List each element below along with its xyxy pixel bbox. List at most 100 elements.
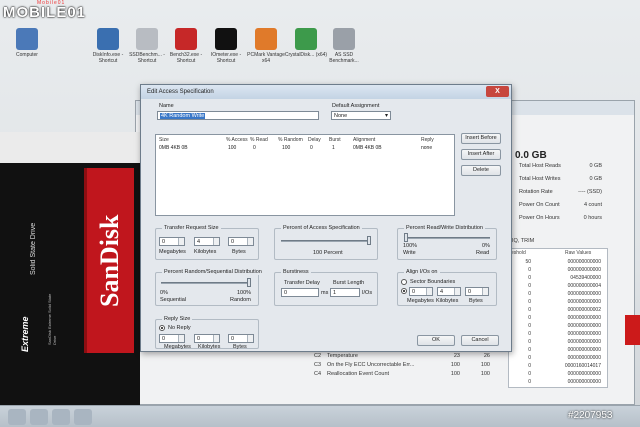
watermark-sub: Mobile01 [37, 0, 66, 6]
reply-size-title: Reply Size [162, 316, 193, 322]
ms-label: ms [321, 290, 329, 296]
ok-button[interactable]: OK [417, 335, 455, 346]
watermark: Mobile01 MOBILE01 [0, 0, 130, 22]
attr-current: 23 [453, 353, 460, 359]
attr-worst: 26 [483, 353, 490, 359]
attr-name: Temperature [327, 353, 358, 359]
rw-left-pct: 100% [403, 243, 418, 249]
percent-access-slider[interactable] [281, 240, 371, 242]
no-reply-radio[interactable] [159, 325, 165, 331]
name-input[interactable]: 4K Random Write [157, 111, 319, 120]
column-header[interactable]: Delay [308, 137, 321, 143]
trs-bytes-spinner[interactable]: 0 [228, 237, 254, 246]
read-write-slider[interactable] [404, 237, 490, 239]
spec-cell: 0MB 4KB 0B [159, 145, 188, 151]
rw-left-sub: Write [403, 250, 416, 256]
desktop-icon[interactable]: Computer [4, 28, 50, 58]
insert-after-button[interactable]: Insert After [461, 149, 501, 160]
raw-value-cell: 000000000000 [567, 339, 601, 345]
attr-current: 100 [450, 362, 460, 368]
stat-label: Total Host Reads [519, 163, 561, 169]
default-assignment-label: Default Assignment [332, 103, 380, 109]
reply-bytes-label: Bytes [233, 344, 247, 350]
taskbar-app-icon[interactable] [74, 409, 92, 425]
trs-kilobytes-spinner[interactable]: 4 [194, 237, 220, 246]
ssd-line-text: Solid State Drive [30, 222, 37, 275]
ssd-product-text: Extreme [20, 316, 30, 352]
burst-length-label: Burst Length [333, 280, 365, 286]
trs-megabytes-spinner[interactable]: 0 [159, 237, 185, 246]
percent-access-thumb[interactable] [367, 236, 371, 245]
column-header[interactable]: % Random [278, 137, 303, 143]
column-header[interactable]: Size [159, 137, 169, 143]
reply-megabytes-spinner[interactable]: 0 [159, 334, 185, 343]
name-label: Name [159, 103, 174, 109]
raw-value-cell: 000000000000 [567, 259, 601, 265]
close-button[interactable]: X [486, 86, 509, 97]
shortcut-icon [255, 28, 277, 50]
dialog-title: Edit Access Specification [141, 85, 511, 99]
trs-megabytes-label: Megabytes [159, 249, 186, 255]
column-header[interactable]: Burst [329, 137, 341, 143]
stat-label: Power On Hours [519, 215, 560, 221]
cancel-button[interactable]: Cancel [461, 335, 499, 346]
rs-right-sub: Random [230, 297, 251, 303]
read-write-title: Percent Read/Write Distribution [404, 225, 485, 231]
raw-value-cell: 000000000000 [567, 371, 601, 377]
stat-value: ---- (SSD) [578, 189, 602, 195]
threshold-cell: 0 [528, 299, 531, 305]
rs-left-sub: Sequential [160, 297, 186, 303]
default-assignment-select[interactable]: None [331, 111, 391, 120]
raw-value-cell: 000000000000 [567, 331, 601, 337]
desktop-icon[interactable]: AS SSD Benchmark... [321, 28, 367, 64]
insert-before-button[interactable]: Insert Before [461, 133, 501, 144]
reply-bytes-spinner[interactable]: 0 [228, 334, 254, 343]
random-seq-slider[interactable] [161, 282, 251, 284]
smart-raw-table: eshold Raw Values 50 000000000000 0 000000000… [508, 248, 608, 388]
threshold-cell: 0 [528, 347, 531, 353]
threshold-cell: 0 [528, 379, 531, 385]
taskbar [0, 405, 640, 427]
align-bytes-spinner[interactable]: 0 [465, 287, 489, 296]
ssd-box-top [0, 132, 140, 164]
threshold-cell: 0 [528, 339, 531, 345]
taskbar-app-icon[interactable] [30, 409, 48, 425]
random-seq-thumb[interactable] [247, 278, 251, 287]
taskbar-app-icon[interactable] [8, 409, 26, 425]
align-kilobytes-spinner[interactable]: 4 [437, 287, 461, 296]
sector-boundaries-radio[interactable] [401, 279, 407, 285]
threshold-cell: 0 [528, 331, 531, 337]
column-header[interactable]: % Access [226, 137, 248, 143]
access-spec-list[interactable]: Size % Access% Read % Random Delay Burst Alig… [155, 134, 455, 216]
align-megabytes-spinner[interactable]: 0 [409, 287, 433, 296]
reply-kilobytes-spinner[interactable]: 0 [194, 334, 220, 343]
desktop-icon-label: AS SSD Benchmark... [329, 52, 359, 64]
attr-name: Reallocation Event Count [327, 371, 390, 377]
shortcut-icon [295, 28, 317, 50]
align-kilobytes-label: Kilobytes [436, 298, 459, 304]
shortcut-icon [175, 28, 197, 50]
watermark-brand: MOBILE01 [3, 4, 87, 21]
column-header[interactable]: Alignment [353, 137, 375, 143]
raw-value-cell: 000000000000 [567, 291, 601, 297]
stat-value: 4 count [583, 202, 602, 208]
burst-length-input[interactable]: 1 [330, 288, 360, 297]
column-header[interactable]: Reply [421, 137, 434, 143]
attr-id: C3 [314, 362, 322, 368]
sector-boundaries-label: Sector Boundaries [410, 279, 456, 285]
rw-right-pct: 0% [482, 243, 490, 249]
raw-value-cell: 000000000004 [567, 283, 601, 289]
transfer-delay-input[interactable]: 0 [281, 288, 319, 297]
delete-button[interactable]: Delete [461, 165, 501, 176]
column-header[interactable]: % Read [250, 137, 268, 143]
no-reply-label: No Reply [168, 325, 191, 331]
spec-cell: 100 [228, 145, 237, 151]
stat-label: Total Host Writes [519, 176, 561, 182]
taskbar-app-icon[interactable] [52, 409, 70, 425]
read-write-thumb[interactable] [404, 233, 408, 242]
threshold-cell: 0 [528, 291, 531, 297]
spec-cell: 0 [253, 145, 256, 151]
align-custom-radio[interactable] [401, 288, 407, 294]
raw-value-cell: 000000000000 [567, 355, 601, 361]
raw-values-header: Raw Values [565, 250, 592, 256]
